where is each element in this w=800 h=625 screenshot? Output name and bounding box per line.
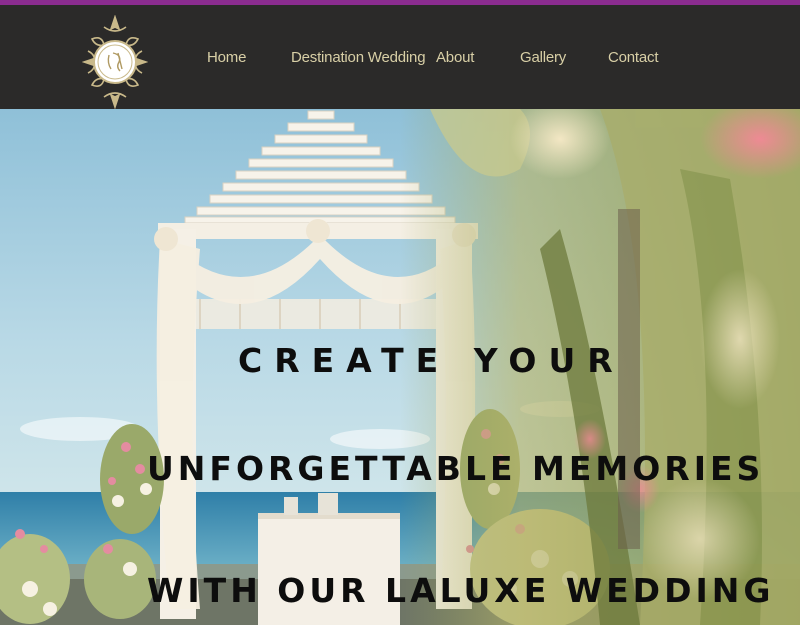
nav-contact[interactable]: Contact [608,49,658,66]
nav-destination-wedding[interactable]: Destination Wedding [291,49,426,66]
hero-headline-line-2: UNFORGETTABLE MEMORIES [147,449,765,488]
site-header: Home Destination Wedding About Gallery C… [0,5,800,110]
hero-headline-line-3: WITH OUR LALUXE WEDDING [147,571,775,610]
nav-gallery[interactable]: Gallery [520,49,566,66]
nav-home[interactable]: Home [207,49,246,66]
page: Home Destination Wedding About Gallery C… [0,0,800,625]
nav-about[interactable]: About [436,49,474,66]
hero-headline-line-1: CREATE YOUR [238,341,625,380]
ornamental-monogram-logo-icon [81,14,149,110]
site-logo[interactable] [81,14,149,110]
